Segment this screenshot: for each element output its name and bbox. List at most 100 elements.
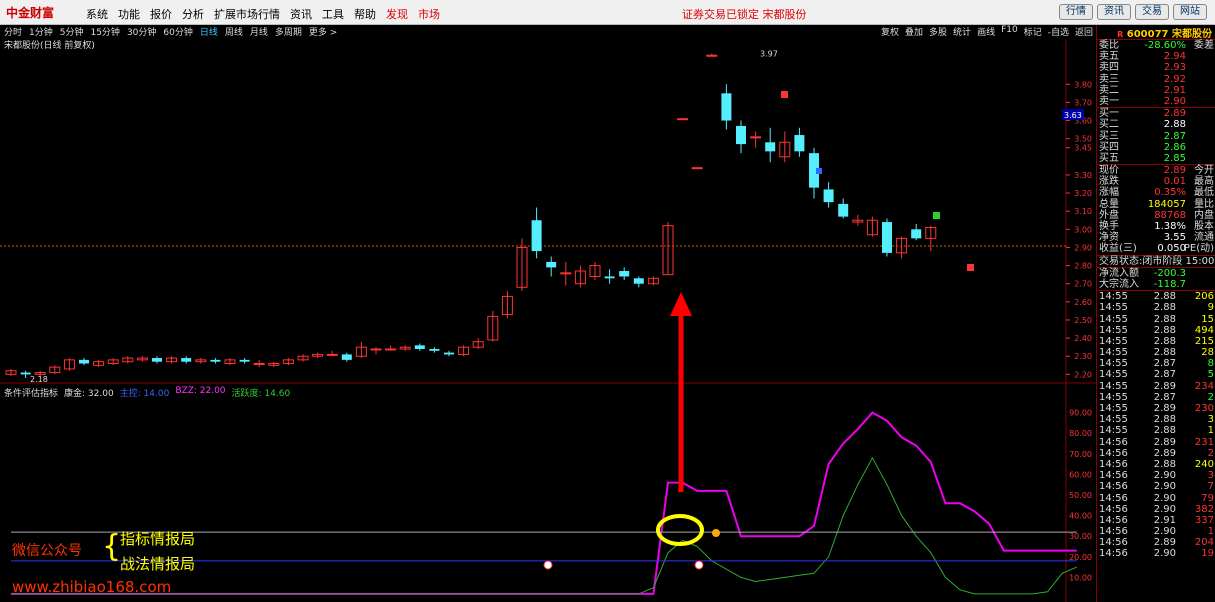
- buy-signal-icon: [543, 560, 553, 570]
- stat-row: 总量 184057 量比: [1099, 198, 1214, 210]
- price-tick-label: 2.80: [1074, 262, 1092, 271]
- ind-tick-label: 50.00: [1069, 491, 1092, 500]
- ind-tick-label: 70.00: [1069, 450, 1092, 459]
- trade-row: 14:56 2.89 204: [1099, 537, 1214, 549]
- ask-row: 卖四 2.93: [1099, 62, 1186, 74]
- candle-body: [326, 353, 338, 356]
- indicator-value: 主控: 14.00: [119, 389, 170, 399]
- candle-body: [911, 229, 922, 239]
- signal-icon: [712, 529, 720, 537]
- candle-body: [341, 354, 352, 360]
- candle-body: [633, 278, 644, 284]
- trade-row: 14:56 2.90 1: [1099, 526, 1214, 538]
- price-tick-label: 3.80: [1074, 80, 1092, 89]
- cursor-price-label: 3.63: [1064, 111, 1082, 120]
- candle-body: [677, 118, 689, 121]
- trade-row: 14:55 2.87 5: [1099, 369, 1214, 381]
- bid-row: 买二 2.88: [1099, 119, 1186, 131]
- bid-row: 买四 2.86: [1099, 141, 1186, 153]
- price-tick-label: 2.60: [1074, 298, 1092, 307]
- marker-icon: [816, 168, 822, 174]
- watermark-url: www.zhibiao168.com: [12, 578, 172, 596]
- kline-chart[interactable]: 3.803.703.603.503.453.303.203.103.002.90…: [0, 0, 1096, 602]
- buy-signal-icon: [694, 560, 704, 570]
- price-tick-label: 3.45: [1074, 144, 1092, 153]
- trade-row: 14:55 2.87 8: [1099, 358, 1214, 370]
- candle-body: [736, 125, 746, 145]
- brace-glyph: {: [102, 529, 122, 564]
- stat-row: 换手 1.38% 股本: [1099, 221, 1214, 232]
- price-tick-label: 3.70: [1074, 98, 1092, 107]
- candle-body: [691, 167, 703, 170]
- candle-body: [239, 359, 250, 362]
- trade-row: 14:56 2.90 19: [1099, 548, 1214, 560]
- price-tick-label: 3.20: [1074, 189, 1092, 198]
- trade-row: 14:55 2.88 3: [1099, 414, 1214, 426]
- b-marker-icon: [781, 91, 788, 98]
- news-button[interactable]: 资讯: [1097, 4, 1131, 20]
- trade-row: 14:56 2.91 337: [1099, 514, 1214, 526]
- price-tick-label: 3.50: [1074, 135, 1092, 144]
- ind-tick-label: 60.00: [1069, 470, 1092, 479]
- trade-row: 14:55 2.88 206: [1099, 291, 1214, 303]
- candle-body: [838, 203, 849, 217]
- stat-row: 净资 3.55 流通: [1099, 232, 1214, 244]
- low-label: 2.18: [30, 375, 48, 384]
- stat-row: 涨跌 0.01 最高: [1099, 176, 1214, 188]
- candle-body: [181, 358, 192, 362]
- ind-tick-label: 80.00: [1069, 429, 1092, 438]
- quote-panel: R 600077 宋都股份 委比 -28.60% 委差 卖五 2.94 卖四 2.93…: [1096, 25, 1215, 602]
- bid-row: 买一 2.89: [1099, 108, 1186, 120]
- watermark-wechat: 微信公众号: [12, 543, 82, 559]
- red-arrow-head: [670, 292, 692, 316]
- ind-tick-label: 30.00: [1069, 532, 1092, 541]
- b-marker-icon: [967, 264, 974, 271]
- price-tick-label: 2.50: [1074, 316, 1092, 325]
- indicator-value: BZZ: 22.00: [175, 386, 226, 396]
- trade-row: 14:55 2.88 1: [1099, 425, 1214, 437]
- high-label: 3.97: [760, 49, 778, 58]
- trade-row: 14:55 2.88 28: [1099, 347, 1214, 359]
- ind-tick-label: 40.00: [1069, 512, 1092, 521]
- website-button[interactable]: 网站: [1173, 4, 1207, 20]
- ask-row: 卖三 2.92: [1099, 73, 1186, 85]
- trade-row: 14:55 2.88 9: [1099, 302, 1214, 314]
- candle-body: [750, 136, 762, 139]
- trade-status: 交易状态:闭市阶段 15:00: [1097, 254, 1215, 267]
- price-tick-label: 2.30: [1074, 352, 1092, 361]
- price-tick-label: 2.20: [1074, 370, 1092, 379]
- ask-row: 卖一 2.90: [1099, 95, 1186, 107]
- trade-row: 14:55 2.89 230: [1099, 403, 1214, 414]
- indicator-value: 康金: 32.00: [64, 389, 114, 399]
- price-tick-label: 2.40: [1074, 334, 1092, 343]
- trade-row: 14:55 2.87 2: [1099, 391, 1214, 403]
- stat-row: 涨幅 0.35% 最低: [1099, 187, 1214, 199]
- stock-header: R 600077 宋都股份: [1117, 29, 1212, 40]
- candle-body: [385, 348, 397, 351]
- stat-row: 外盘 88768 内盘: [1099, 209, 1214, 221]
- stat-row: 收益(三) 0.050 PE(动): [1099, 243, 1214, 255]
- candle-body: [546, 261, 557, 268]
- yellow-ring: [656, 514, 704, 546]
- flow-row: 大宗流入 -118.7: [1099, 278, 1186, 290]
- price-tick-label: 2.90: [1074, 243, 1092, 252]
- candle-body: [823, 189, 834, 203]
- price-tick-label: 2.70: [1074, 280, 1092, 289]
- bid-row: 买五 2.85: [1099, 152, 1186, 164]
- trade-row: 14:55 2.88 15: [1099, 313, 1214, 325]
- candle-body: [619, 271, 630, 277]
- candle-body: [79, 359, 89, 364]
- candle-body: [765, 142, 776, 152]
- watermark-line2: 指标情报局: [120, 530, 196, 548]
- candle-body: [444, 352, 454, 355]
- trade-row: 14:56 2.90 3: [1099, 470, 1214, 482]
- stat-row: 现价 2.89 今开: [1099, 165, 1214, 177]
- weibi-row: 委比 -28.60% 委差: [1097, 39, 1215, 51]
- candle-body: [706, 54, 718, 57]
- price-tick-label: 3.00: [1074, 225, 1092, 234]
- candle-body: [721, 93, 732, 121]
- candle-body: [210, 359, 221, 362]
- trade-button[interactable]: 交易: [1135, 4, 1169, 20]
- candle-body: [429, 348, 440, 351]
- ask-row: 卖二 2.91: [1099, 84, 1186, 96]
